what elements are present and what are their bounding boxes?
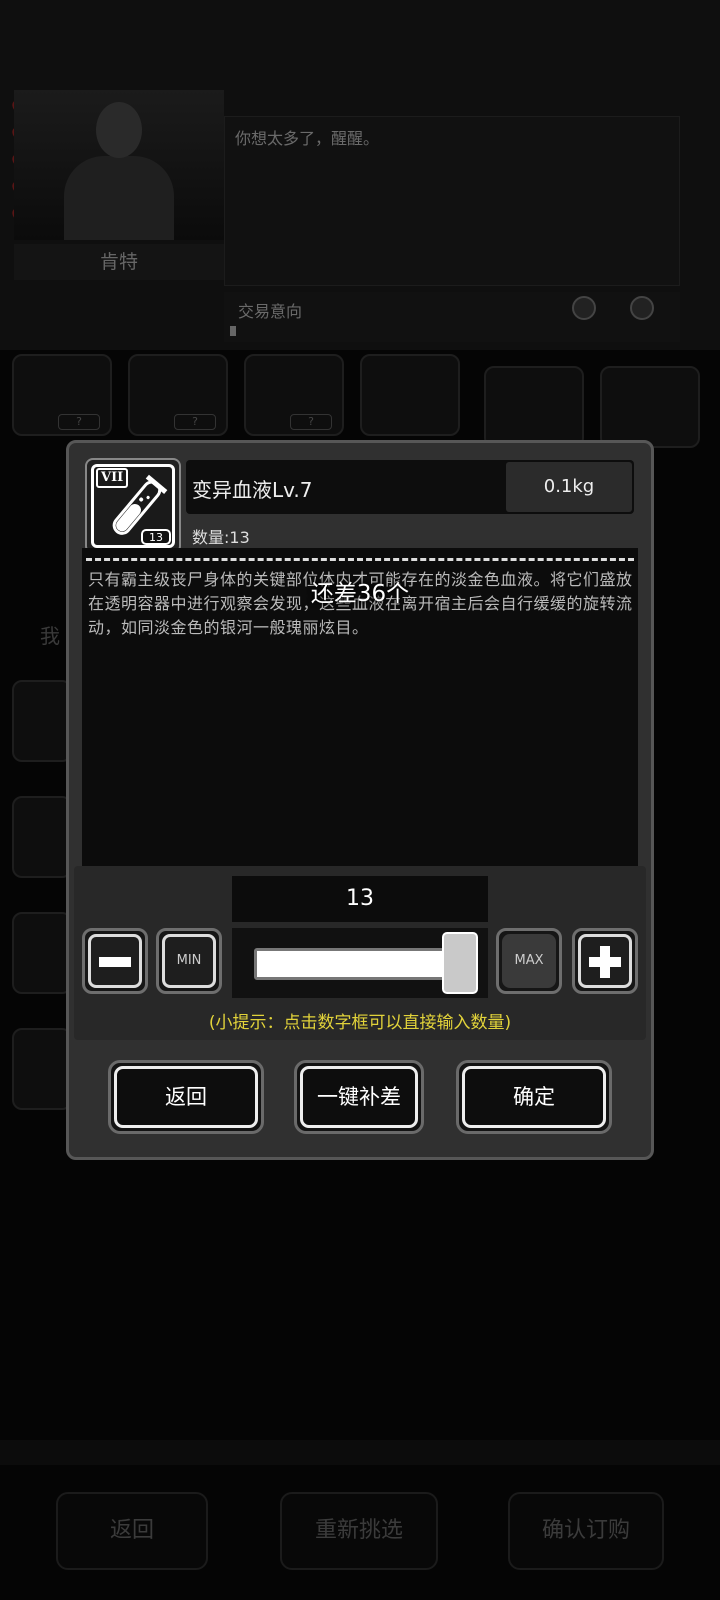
quantity-input[interactable]: 13 xyxy=(232,876,488,922)
max-button[interactable]: MAX xyxy=(496,928,562,994)
item-icon-frame: VII 13 xyxy=(85,458,181,554)
quantity-slider-handle[interactable] xyxy=(442,932,478,994)
background-reselect-button[interactable]: 重新挑选 xyxy=(280,1492,438,1570)
item-name: 变异血液Lv.7 xyxy=(192,478,313,502)
decrease-button[interactable] xyxy=(82,928,148,994)
shop-slot[interactable] xyxy=(600,366,700,448)
remaining-needed-text: 还差36个 xyxy=(310,581,410,607)
background-back-button[interactable]: 返回 xyxy=(56,1492,208,1570)
npc-dialog: 你想太多了，醒醒。 xyxy=(224,116,680,286)
quantity-slider-fill xyxy=(254,948,450,980)
side-tab-label: 我 xyxy=(40,624,60,648)
min-label: MIN xyxy=(176,953,202,968)
min-button[interactable]: MIN xyxy=(156,928,222,994)
inventory-slot[interactable] xyxy=(12,680,72,762)
minus-icon xyxy=(99,957,131,967)
inventory-slot[interactable] xyxy=(12,1028,72,1110)
item-icon-quantity: 13 xyxy=(141,529,171,545)
max-label: MAX xyxy=(514,953,544,968)
inventory-slot[interactable] xyxy=(12,912,72,994)
shop-slot[interactable] xyxy=(360,354,460,436)
inventory-slot[interactable] xyxy=(12,796,72,878)
npc-name: 肯特 xyxy=(14,244,224,280)
back-button[interactable]: 返回 xyxy=(108,1060,264,1134)
background-confirm-order-button[interactable]: 确认订购 xyxy=(508,1492,664,1570)
happy-face-icon xyxy=(630,296,654,320)
shop-slot[interactable]: ? xyxy=(244,354,344,436)
fill-gap-button[interactable]: 一键补差 xyxy=(294,1060,424,1134)
shop-slot[interactable]: ? xyxy=(128,354,228,436)
item-count-label: 数量:13 xyxy=(192,528,250,547)
trade-intent-label: 交易意向 xyxy=(224,292,680,342)
item-weight: 0.1kg xyxy=(506,462,632,512)
shop-slot[interactable] xyxy=(484,366,584,448)
npc-portrait xyxy=(14,90,224,240)
quantity-hint: (小提示：点击数字框可以直接输入数量) xyxy=(208,1013,512,1033)
increase-button[interactable] xyxy=(572,928,638,994)
trade-intent-meter xyxy=(230,326,236,336)
confirm-button[interactable]: 确定 xyxy=(456,1060,612,1134)
shop-slot[interactable]: ? xyxy=(12,354,112,436)
divider xyxy=(86,558,634,561)
neutral-face-icon xyxy=(572,296,596,320)
